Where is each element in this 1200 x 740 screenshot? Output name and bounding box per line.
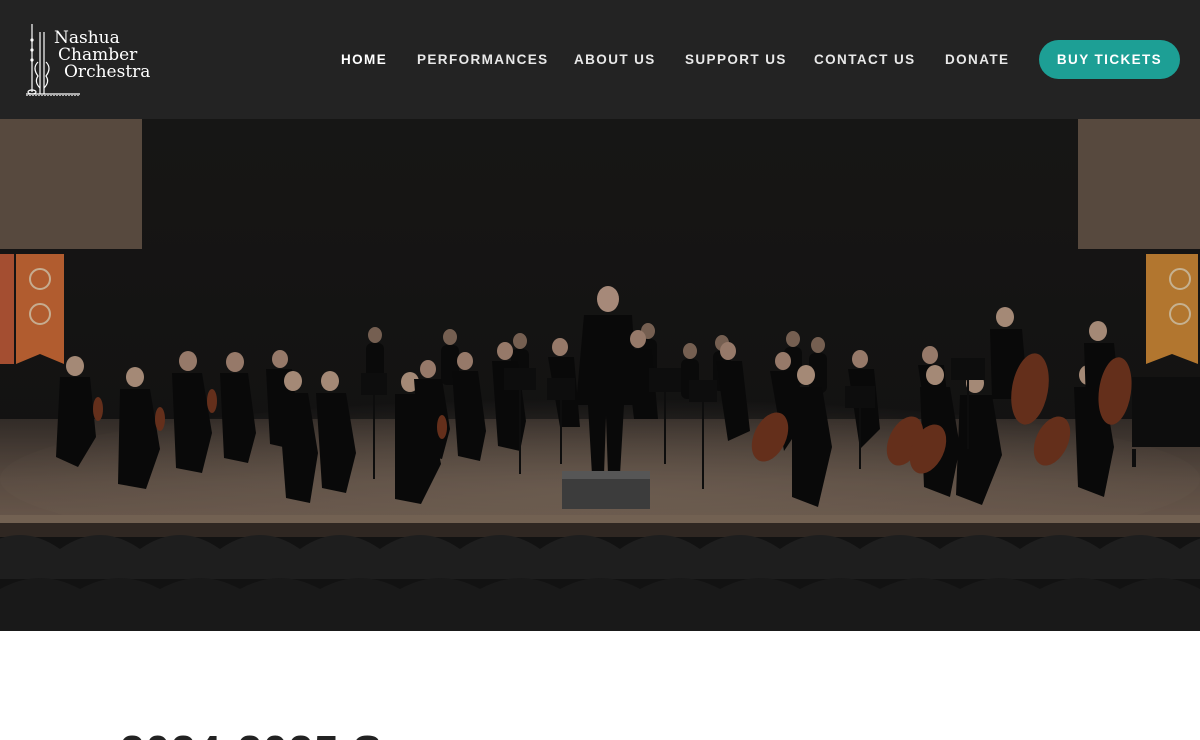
hero-image: [0, 119, 1200, 631]
nav-donate[interactable]: DONATE: [945, 52, 1009, 68]
season-heading: 2024-2025 S: [120, 727, 383, 740]
site-header: Nashua Chamber Orchestra HOME PERFORMANC…: [0, 0, 1200, 119]
nav-contact-us[interactable]: CONTACT US: [814, 52, 916, 68]
nav-performances[interactable]: PERFORMANCES: [417, 52, 549, 68]
nav-support-us[interactable]: SUPPORT US: [685, 52, 787, 68]
orchestra-photo: [0, 119, 1200, 631]
buy-tickets-button[interactable]: BUY TICKETS: [1039, 40, 1180, 79]
nav-home[interactable]: HOME: [341, 52, 387, 68]
audience-seats: [0, 535, 1200, 631]
main-nav: HOME PERFORMANCES ABOUT US SUPPORT US CO…: [0, 0, 1200, 119]
content-section: 2024-2025 S: [0, 631, 1200, 740]
nav-about-us[interactable]: ABOUT US: [574, 52, 656, 68]
